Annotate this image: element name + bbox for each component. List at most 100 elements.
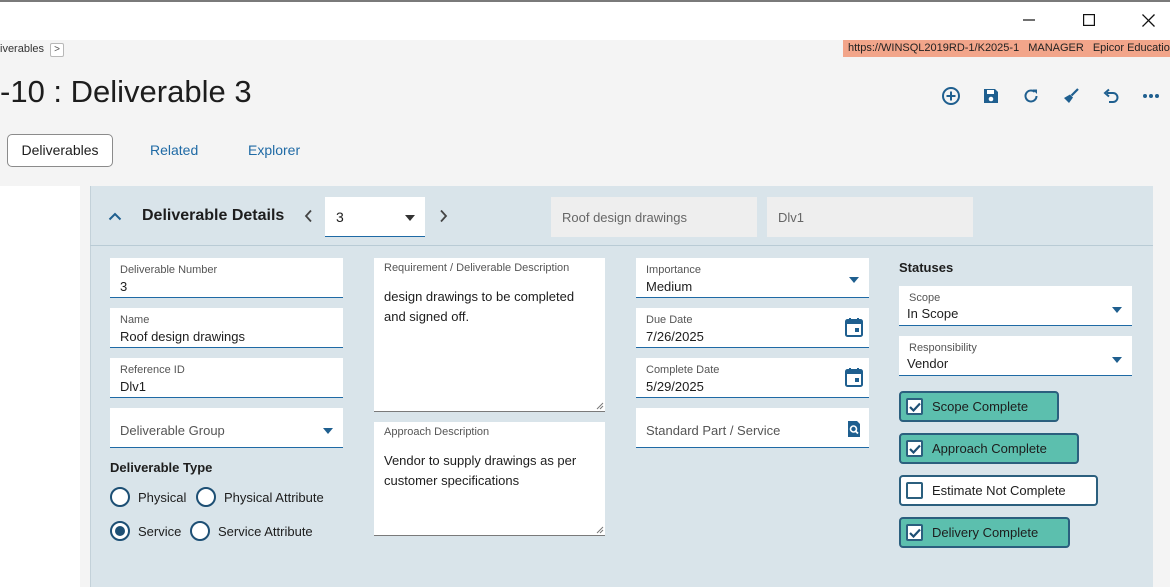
field-placeholder: Deliverable Group: [120, 423, 225, 438]
approach-complete-checkbox[interactable]: Approach Complete: [899, 433, 1079, 464]
more-button[interactable]: [1140, 85, 1162, 107]
checkmark-icon: [908, 402, 921, 412]
checkbox-label: Scope Complete: [932, 399, 1029, 414]
environment-url: https://WINSQL2019RD-1/K2025-1: [848, 42, 1020, 54]
deliverable-group-select[interactable]: Deliverable Group: [110, 408, 343, 448]
refresh-button[interactable]: [1020, 85, 1042, 107]
checkbox-box: [906, 524, 923, 541]
chevron-left-icon: [304, 209, 312, 223]
checkbox-label: Approach Complete: [932, 441, 1047, 456]
scope-select[interactable]: Scope In Scope: [899, 286, 1132, 326]
window-titlebar: [0, 2, 1170, 40]
close-button[interactable]: [1133, 8, 1163, 32]
previous-record-button[interactable]: [301, 208, 315, 224]
add-circle-icon: [942, 87, 960, 105]
field-value: 5/29/2025: [646, 379, 704, 394]
checkbox-label: Estimate Not Complete: [932, 483, 1066, 498]
importance-select[interactable]: Importance Medium: [636, 258, 869, 298]
radio-circle: [110, 487, 130, 507]
radio-physical-attribute[interactable]: Physical Attribute: [196, 487, 324, 507]
approach-description-textarea[interactable]: Approach Description Vendor to supply dr…: [374, 422, 605, 536]
radio-label: Physical: [138, 489, 187, 505]
field-label: Importance: [646, 264, 702, 276]
tab-deliverables[interactable]: Deliverables: [7, 134, 113, 167]
caret-down-icon: [849, 277, 859, 283]
maximize-button[interactable]: [1074, 8, 1104, 32]
complete-date-picker-button[interactable]: [844, 366, 864, 388]
record-selector[interactable]: 3: [325, 197, 425, 237]
search-document-icon: [848, 421, 860, 437]
radio-circle: [190, 521, 210, 541]
breadcrumb-chevron-icon[interactable]: >: [50, 43, 64, 57]
header-reference-readonly: Dlv1: [767, 197, 973, 237]
collapse-section-button[interactable]: [107, 208, 123, 224]
checkmark-icon: [908, 528, 921, 538]
standard-part-service-field[interactable]: Standard Part / Service: [636, 408, 869, 448]
deliverable-type-title: Deliverable Type: [110, 460, 213, 475]
save-button[interactable]: [980, 85, 1002, 107]
delivery-complete-checkbox[interactable]: Delivery Complete: [899, 517, 1070, 548]
save-icon: [984, 89, 998, 103]
record-selector-value: 3: [336, 209, 344, 225]
responsibility-select[interactable]: Responsibility Vendor: [899, 336, 1132, 376]
scope-complete-checkbox[interactable]: Scope Complete: [899, 391, 1059, 422]
field-label: Deliverable Number: [120, 264, 218, 276]
tab-explorer[interactable]: Explorer: [248, 134, 300, 167]
field-label: Complete Date: [646, 364, 720, 376]
radio-circle: [196, 487, 216, 507]
caret-down-icon: [1112, 357, 1122, 363]
checkmark-icon: [908, 444, 921, 454]
radio-label: Service: [138, 523, 182, 539]
environment-company: Epicor Education: [1092, 42, 1170, 54]
left-empty-area: [0, 186, 80, 587]
right-gutter: [1153, 186, 1170, 587]
tab-related[interactable]: Related: [150, 134, 198, 167]
field-value: design drawings to be completed and sign…: [384, 289, 575, 324]
due-date-picker-button[interactable]: [844, 316, 864, 338]
minimize-icon: [1023, 19, 1035, 21]
reference-id-field[interactable]: Reference ID Dlv1: [110, 358, 343, 398]
requirement-description-textarea[interactable]: Requirement / Deliverable Description de…: [374, 258, 605, 412]
refresh-icon: [1024, 89, 1038, 103]
left-gap: [80, 186, 90, 587]
more-icon: [1143, 94, 1159, 98]
radio-physical[interactable]: Physical: [110, 487, 186, 507]
radio-service[interactable]: Service: [110, 521, 181, 541]
field-value: Vendor: [907, 356, 949, 371]
deliverable-number-field[interactable]: Deliverable Number 3: [110, 258, 343, 298]
maximize-icon: [1083, 14, 1095, 26]
breadcrumb[interactable]: iverables: [0, 43, 44, 55]
radio-service-attribute[interactable]: Service Attribute: [190, 521, 313, 541]
undo-button[interactable]: [1100, 85, 1122, 107]
field-label: Reference ID: [120, 364, 185, 376]
radio-label: Physical Attribute: [224, 489, 324, 505]
due-date-field[interactable]: Due Date 7/26/2025: [636, 308, 869, 348]
clear-broom-icon: [1064, 88, 1079, 103]
caret-down-icon: [1112, 307, 1122, 313]
statuses-title: Statuses: [899, 260, 954, 275]
page-title: -10 : Deliverable 3: [0, 74, 252, 109]
undo-icon: [1103, 88, 1119, 103]
field-value: In Scope: [907, 306, 959, 321]
resize-grip-icon[interactable]: [596, 526, 604, 534]
checkbox-box: [906, 482, 923, 499]
caret-down-icon: [323, 428, 333, 434]
minimize-button[interactable]: [1014, 8, 1044, 32]
field-label: Name: [120, 314, 150, 326]
name-field[interactable]: Name Roof design drawings: [110, 308, 343, 348]
estimate-not-complete-checkbox[interactable]: Estimate Not Complete: [899, 475, 1098, 506]
next-record-button[interactable]: [436, 208, 450, 224]
checkbox-box: [906, 398, 923, 415]
field-label: Due Date: [646, 314, 693, 326]
clear-button[interactable]: [1060, 85, 1082, 107]
part-search-button[interactable]: [844, 418, 864, 440]
resize-grip-icon[interactable]: [596, 402, 604, 410]
section-title: Deliverable Details: [142, 207, 285, 224]
chevron-up-icon: [108, 212, 122, 220]
add-button[interactable]: [940, 85, 962, 107]
complete-date-field[interactable]: Complete Date 5/29/2025: [636, 358, 869, 398]
radio-circle-selected: [110, 521, 130, 541]
header-name-readonly: Roof design drawings: [551, 197, 757, 237]
close-icon: [1141, 13, 1155, 27]
checkbox-box: [906, 440, 923, 457]
